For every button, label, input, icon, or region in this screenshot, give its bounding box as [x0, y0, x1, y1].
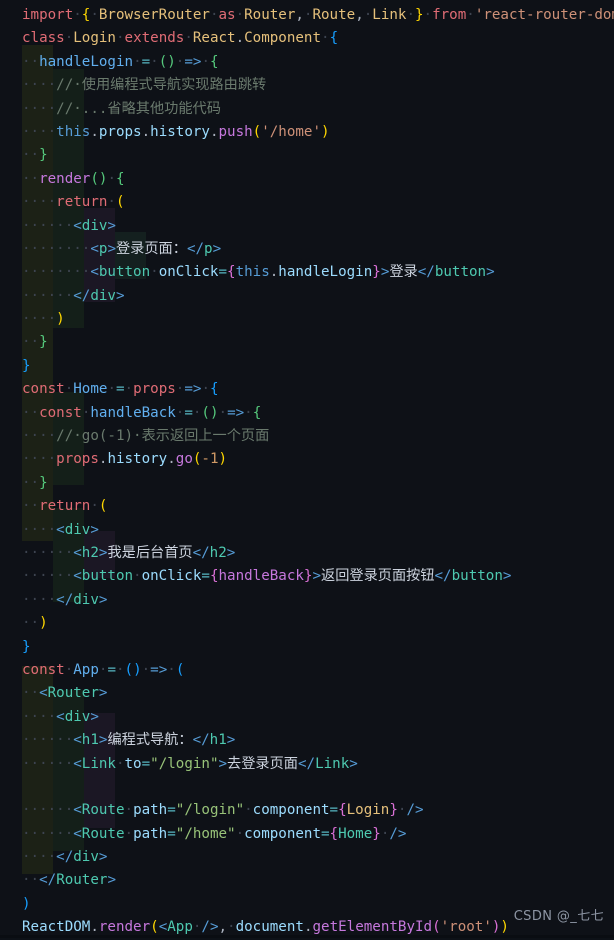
code-line: ··</Router> [22, 872, 116, 889]
code-line: ····//·使用编程式导航实现路由跳转 [22, 77, 267, 94]
code-line: ····<div> [22, 521, 99, 538]
code-line: ····</div> [22, 849, 108, 866]
code-line: ····//·go(-1)·表示返回上一个页面 [22, 428, 270, 445]
code-line: ··const·handleBack·=·()·=>·{ [22, 404, 262, 421]
csdn-watermark: CSDN @_七七 [513, 909, 604, 924]
code-line: } [22, 357, 31, 374]
code-line: ······<Link·to="/login">去登录页面</Link> [22, 755, 358, 772]
code-line: ····this.props.history.push('/home') [22, 123, 330, 140]
code-line: ··return·( [22, 498, 108, 515]
code-line: ······<h2>我是后台首页</h2> [22, 544, 236, 561]
code-line: ····//·...省略其他功能代码 [22, 100, 221, 117]
code-line: ··render()·{ [22, 170, 125, 187]
code-line: import·{·BrowserRouter·as·Router,·Route,… [22, 7, 614, 23]
code-line: ········<p>登录页面：</p> [22, 240, 222, 257]
code-line: ····<div> [22, 708, 99, 725]
code-line: ········<button·onClick={this.handleLogi… [22, 264, 495, 281]
code-line: const·App·=·()·=>·( [22, 661, 185, 678]
code-line: ····) [22, 311, 65, 328]
code-line: ··) [22, 615, 48, 632]
code-line: ······<Route·path="/login"·component={Lo… [22, 802, 424, 819]
code-line: ······</div> [22, 287, 125, 304]
code-line: ··} [22, 334, 48, 351]
code-line: const·Home·=·props·=>·{ [22, 381, 219, 398]
code-line: ······<button·onClick={handleBack}>返回登录页… [22, 568, 512, 585]
code-lines[interactable]: import·{·BrowserRouter·as·Router,·Route,… [0, 2, 614, 940]
code-line: ··handleLogin·=·()·=>·{ [22, 53, 219, 70]
code-line: ······<div> [22, 217, 116, 234]
code-line: ··<Router> [22, 685, 108, 702]
code-line: class·Login·extends·React.Component·{ [22, 30, 339, 47]
code-editor-pane[interactable]: import·{·BrowserRouter·as·Router,·Route,… [0, 0, 614, 938]
code-line: } [22, 638, 31, 655]
code-line: ······<h1>编程式导航：</h1> [22, 732, 236, 749]
code-line: ··} [22, 147, 48, 164]
code-line: ······<Route·path="/home"·component={Hom… [22, 825, 407, 842]
code-line: ····</div> [22, 591, 108, 608]
code-line: ··} [22, 474, 48, 491]
code-line: ····return·( [22, 194, 125, 211]
code-line: ····props.history.go(-1) [22, 451, 228, 468]
